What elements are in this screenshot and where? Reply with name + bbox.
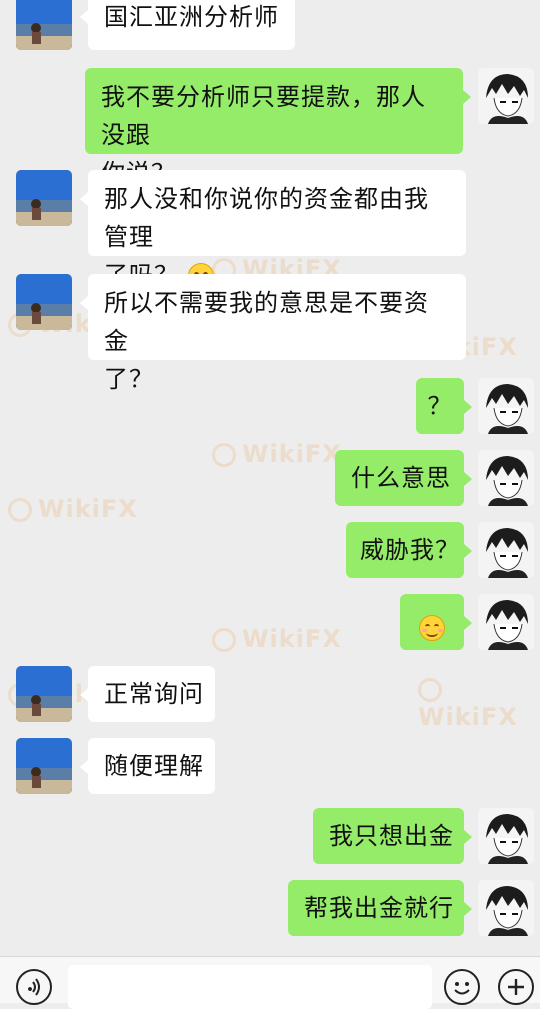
emoji-face-icon[interactable] [444, 969, 480, 1005]
message-bubble[interactable]: ？ [416, 378, 472, 434]
message-bubble[interactable]: 我不要分析师只要提款，那人没跟 你说？ [85, 68, 471, 187]
my-avatar[interactable] [478, 68, 534, 124]
contact-avatar[interactable] [16, 274, 72, 330]
contact-avatar[interactable] [16, 170, 72, 226]
message-bubble[interactable]: 国汇亚洲分析师 [80, 0, 295, 50]
watermark: WikiFX [8, 495, 138, 523]
plus-icon[interactable] [498, 969, 534, 1005]
message-bubble[interactable]: 帮我出金就行 [288, 880, 472, 936]
voice-icon[interactable] [16, 969, 52, 1005]
my-avatar[interactable] [478, 450, 534, 506]
wikifx-logo-icon [212, 443, 236, 467]
my-avatar[interactable] [478, 594, 534, 650]
watermark: WikiFX [418, 675, 540, 731]
my-avatar[interactable] [478, 378, 534, 434]
smile-blush-emoji-icon [419, 615, 445, 641]
contact-avatar[interactable] [16, 666, 72, 722]
message-input[interactable] [68, 965, 432, 1009]
wikifx-logo-icon [212, 628, 236, 652]
message-bubble[interactable]: 所以不需要我的意思是不要资金 了？ [80, 274, 466, 393]
wikifx-logo-icon [8, 498, 32, 522]
contact-avatar[interactable] [16, 0, 72, 50]
message-bubble[interactable] [400, 594, 472, 650]
message-bubble[interactable]: 随便理解 [80, 738, 215, 794]
message-bubble[interactable]: 那人没和你说你的资金都由我管理 了吗？ [80, 170, 466, 289]
watermark: WikiFX [212, 440, 342, 468]
my-avatar[interactable] [478, 880, 534, 936]
watermark: WikiFX [212, 625, 342, 653]
wikifx-logo-icon [418, 678, 442, 702]
message-bubble[interactable]: 我只想出金 [313, 808, 472, 864]
my-avatar[interactable] [478, 522, 534, 578]
contact-avatar[interactable] [16, 738, 72, 794]
my-avatar[interactable] [478, 808, 534, 864]
input-bar [0, 956, 540, 1009]
message-bubble[interactable]: 什么意思 [335, 450, 472, 506]
message-bubble[interactable]: 威胁我？ [346, 522, 472, 578]
message-bubble[interactable]: 正常询问 [80, 666, 215, 722]
chat-area[interactable]: WikiFX WikiFX WikiFX WikiFX WikiFX WikiF… [0, 0, 540, 950]
